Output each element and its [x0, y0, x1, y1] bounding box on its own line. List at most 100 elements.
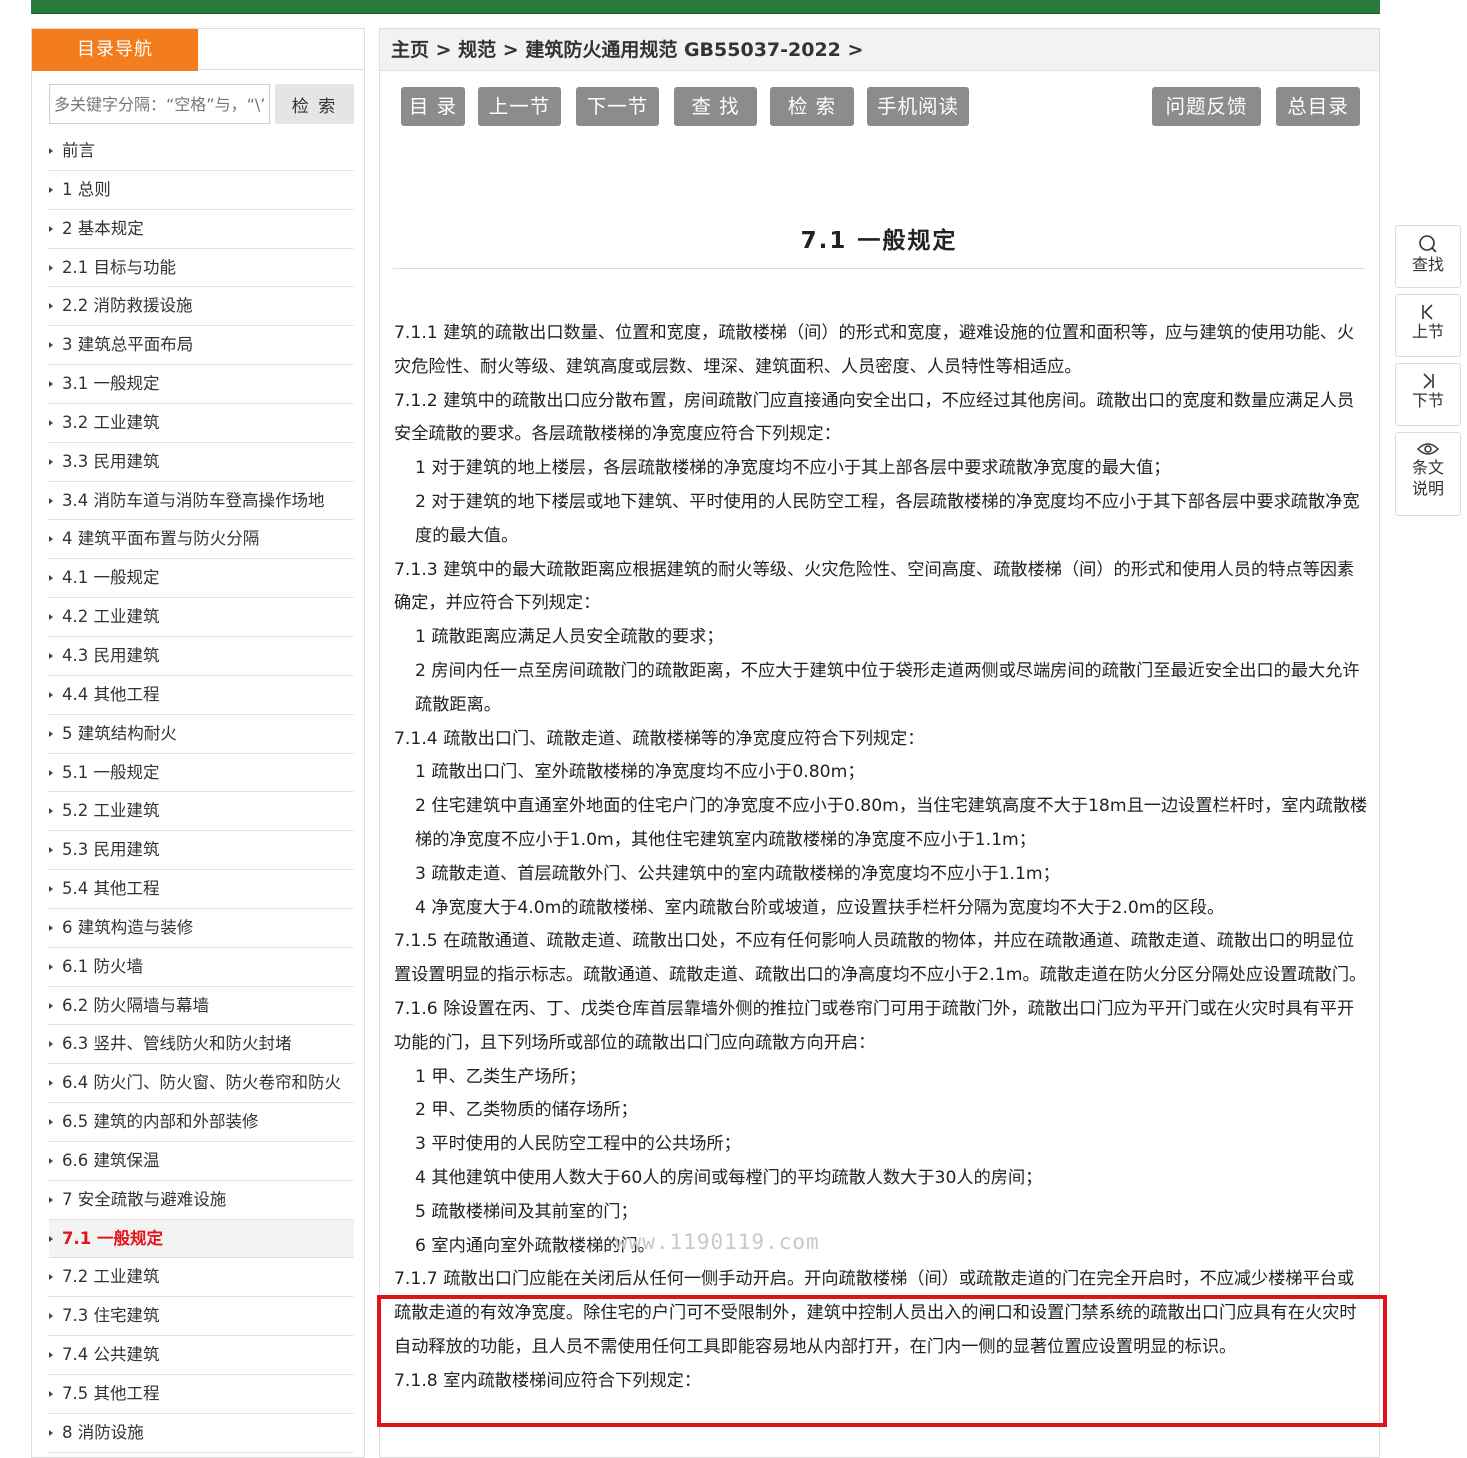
sidebar-item-label: 5.3 民用建筑: [62, 840, 160, 860]
caret-right-icon: [49, 963, 53, 970]
sidebar-item[interactable]: 7.3 住宅建筑: [49, 1297, 354, 1337]
find-button[interactable]: 查 找: [674, 87, 757, 126]
sidebar-item-label: 5 建筑结构耐火: [62, 723, 177, 743]
caret-right-icon: [49, 886, 53, 893]
float-explain-label-2: 说明: [1411, 479, 1444, 498]
breadcrumb-home[interactable]: 主页: [391, 39, 429, 61]
sidebar-item[interactable]: 4 建筑平面布置与防火分隔: [49, 520, 354, 560]
caret-right-icon: [49, 1352, 53, 1359]
sidebar-item-label: 6.3 竖井、管线防火和防火封堵: [62, 1034, 292, 1054]
sidebar-item[interactable]: 5 建筑结构耐火: [49, 715, 354, 754]
sidebar-item[interactable]: 7.4 公共建筑: [49, 1336, 354, 1375]
caret-right-icon: [49, 225, 53, 232]
float-find-button[interactable]: 查找: [1395, 225, 1461, 288]
caret-right-icon: [49, 1313, 53, 1320]
article-paragraph: 1 对于建筑的地上楼层，各层疏散楼梯的净宽度均不应小于其上部各层中要求疏散净宽度…: [415, 458, 1171, 479]
sidebar-item-label: 4.2 工业建筑: [62, 607, 160, 627]
sidebar-item[interactable]: 2.1 目标与功能: [49, 249, 354, 288]
sidebar-item[interactable]: 6.1 防火墙: [49, 948, 354, 987]
sidebar-item[interactable]: 1 总则: [49, 171, 354, 210]
sidebar-item[interactable]: 6.6 建筑保温: [49, 1142, 354, 1181]
sidebar-search-input[interactable]: [49, 84, 270, 124]
caret-right-icon: [49, 1080, 53, 1087]
sidebar-item[interactable]: 5.4 其他工程: [49, 870, 354, 909]
sidebar-item[interactable]: 5.1 一般规定: [49, 754, 354, 793]
sidebar-item[interactable]: 3.4 消防车道与消防车登高操作场地: [49, 482, 354, 521]
sidebar-item-label: 3 建筑总平面布局: [62, 335, 194, 355]
sidebar-item[interactable]: 6.4 防火门、防火窗、防火卷帘和防火: [49, 1064, 354, 1104]
caret-right-icon: [49, 1391, 53, 1397]
sidebar-item-label: 5.4 其他工程: [62, 879, 160, 899]
sidebar-item-label: 3.1 一般规定: [62, 374, 160, 394]
caret-right-icon: [49, 924, 53, 931]
article-paragraph: 1 甲、乙类生产场所；: [415, 1066, 587, 1087]
mobile-reading-button[interactable]: 手机阅读: [867, 87, 969, 126]
sidebar-item-label: 8 消防设施: [62, 1422, 144, 1442]
watermark-text: www.1190119.com: [615, 1230, 820, 1254]
sidebar-item[interactable]: 7.1 一般规定: [49, 1219, 354, 1259]
sidebar-search-button[interactable]: 检 索: [275, 84, 354, 124]
sidebar-item-label: 2.1 目标与功能: [62, 257, 176, 277]
next-section-button[interactable]: 下一节: [576, 87, 659, 126]
skip-back-icon: [1422, 304, 1433, 320]
article-paragraph: 7.1.4 疏散出口门、疏散走道、疏散楼梯等的净宽度应符合下列规定：: [394, 728, 925, 749]
float-explain-button[interactable]: 条文 说明: [1395, 432, 1461, 516]
section-title: 7.1 一般规定: [393, 221, 1365, 269]
sidebar-item[interactable]: 7 安全疏散与避难设施: [49, 1181, 354, 1220]
sidebar-item[interactable]: 6.5 建筑的内部和外部装修: [49, 1103, 354, 1142]
sidebar-item-label: 7.2 工业建筑: [62, 1267, 160, 1287]
caret-right-icon: [49, 381, 53, 388]
sidebar-item[interactable]: 4.4 其他工程: [49, 676, 354, 715]
sidebar-header: 目录导航: [32, 28, 365, 71]
sidebar-item[interactable]: 8 消防设施: [49, 1414, 354, 1453]
sidebar-item[interactable]: 7.2 工业建筑: [49, 1258, 354, 1298]
main-panel: 主页 > 规范 > 建筑防火通用规范 GB55037-2022 > 目 录 上一…: [379, 28, 1380, 1458]
all-toc-button[interactable]: 总目录: [1276, 87, 1360, 126]
eye-icon: [1417, 443, 1439, 455]
tab-directory-nav[interactable]: 目录导航: [32, 29, 198, 71]
sidebar-item-label: 1 总则: [62, 179, 111, 199]
toc-button[interactable]: 目 录: [401, 87, 465, 126]
article-paragraph: 3 平时使用的人民防空工程中的公共场所；: [415, 1134, 741, 1155]
search-button[interactable]: 检 索: [770, 87, 854, 126]
sidebar-item[interactable]: 2 基本规定: [49, 210, 354, 249]
feedback-button[interactable]: 问题反馈: [1152, 87, 1261, 126]
breadcrumb-document[interactable]: 建筑防火通用规范 GB55037-2022: [525, 39, 841, 61]
sidebar-item[interactable]: 4.3 民用建筑: [49, 637, 354, 676]
sidebar-item[interactable]: 3.1 一般规定: [49, 365, 354, 404]
caret-right-icon: [49, 652, 53, 659]
float-find-label: 查找: [1411, 255, 1444, 274]
float-prev-button[interactable]: 上节: [1395, 294, 1461, 357]
article-paragraph: 2 对于建筑的地下楼层或地下建筑、平时使用的人民防空工程，各层疏散楼梯的净宽度均…: [415, 491, 1360, 546]
float-next-button[interactable]: 下节: [1395, 363, 1461, 426]
breadcrumb-separator: >: [429, 39, 459, 61]
sidebar-item[interactable]: 5.3 民用建筑: [49, 831, 354, 871]
float-explain-label-1: 条文: [1411, 458, 1444, 477]
article-paragraph: 3 疏散走道、首层疏散外门、公共建筑中的室内疏散楼梯的净宽度均不应小于1.1m；: [415, 863, 1060, 884]
sidebar-item[interactable]: 4.1 一般规定: [49, 559, 354, 599]
article-paragraph: 7.1.1 建筑的疏散出口数量、位置和宽度，疏散楼梯（间）的形式和宽度，避难设施…: [394, 323, 1355, 377]
sidebar-item[interactable]: 3.2 工业建筑: [49, 404, 354, 443]
sidebar-item[interactable]: 6.2 防火隔墙与幕墙: [49, 987, 354, 1026]
breadcrumb-section[interactable]: 规范: [458, 39, 496, 61]
sidebar-item[interactable]: 7.5 其他工程: [49, 1375, 354, 1414]
sidebar-item-label: 3.3 民用建筑: [62, 451, 160, 471]
prev-section-button[interactable]: 上一节: [478, 87, 561, 126]
article-paragraph: 7.1.8 室内疏散楼梯间应符合下列规定：: [394, 1370, 702, 1391]
sidebar-item[interactable]: 6 建筑构造与装修: [49, 909, 354, 948]
caret-right-icon: [49, 1041, 53, 1048]
sidebar-item[interactable]: 5.2 工业建筑: [49, 792, 354, 832]
sidebar-item[interactable]: 3 建筑总平面布局: [49, 326, 354, 366]
sidebar-item-label: 6.5 建筑的内部和外部装修: [62, 1112, 259, 1132]
article-paragraph: 7.1.2 建筑中的疏散出口应分散布置，房间疏散门应直接通向安全出口，不应经过其…: [394, 390, 1355, 445]
sidebar-item-label: 7.3 住宅建筑: [62, 1306, 160, 1326]
sidebar-item[interactable]: 前言: [49, 132, 354, 171]
sidebar-item[interactable]: 3.3 民用建筑: [49, 443, 354, 482]
caret-right-icon: [49, 1235, 53, 1242]
sidebar-item[interactable]: 4.2 工业建筑: [49, 598, 354, 637]
caret-right-icon: [49, 458, 53, 465]
sidebar-item[interactable]: 2.2 消防救援设施: [49, 287, 354, 327]
caret-right-icon: [49, 1274, 53, 1281]
breadcrumb-separator: >: [496, 39, 526, 61]
sidebar-item[interactable]: 6.3 竖井、管线防火和防火封堵: [49, 1025, 354, 1065]
